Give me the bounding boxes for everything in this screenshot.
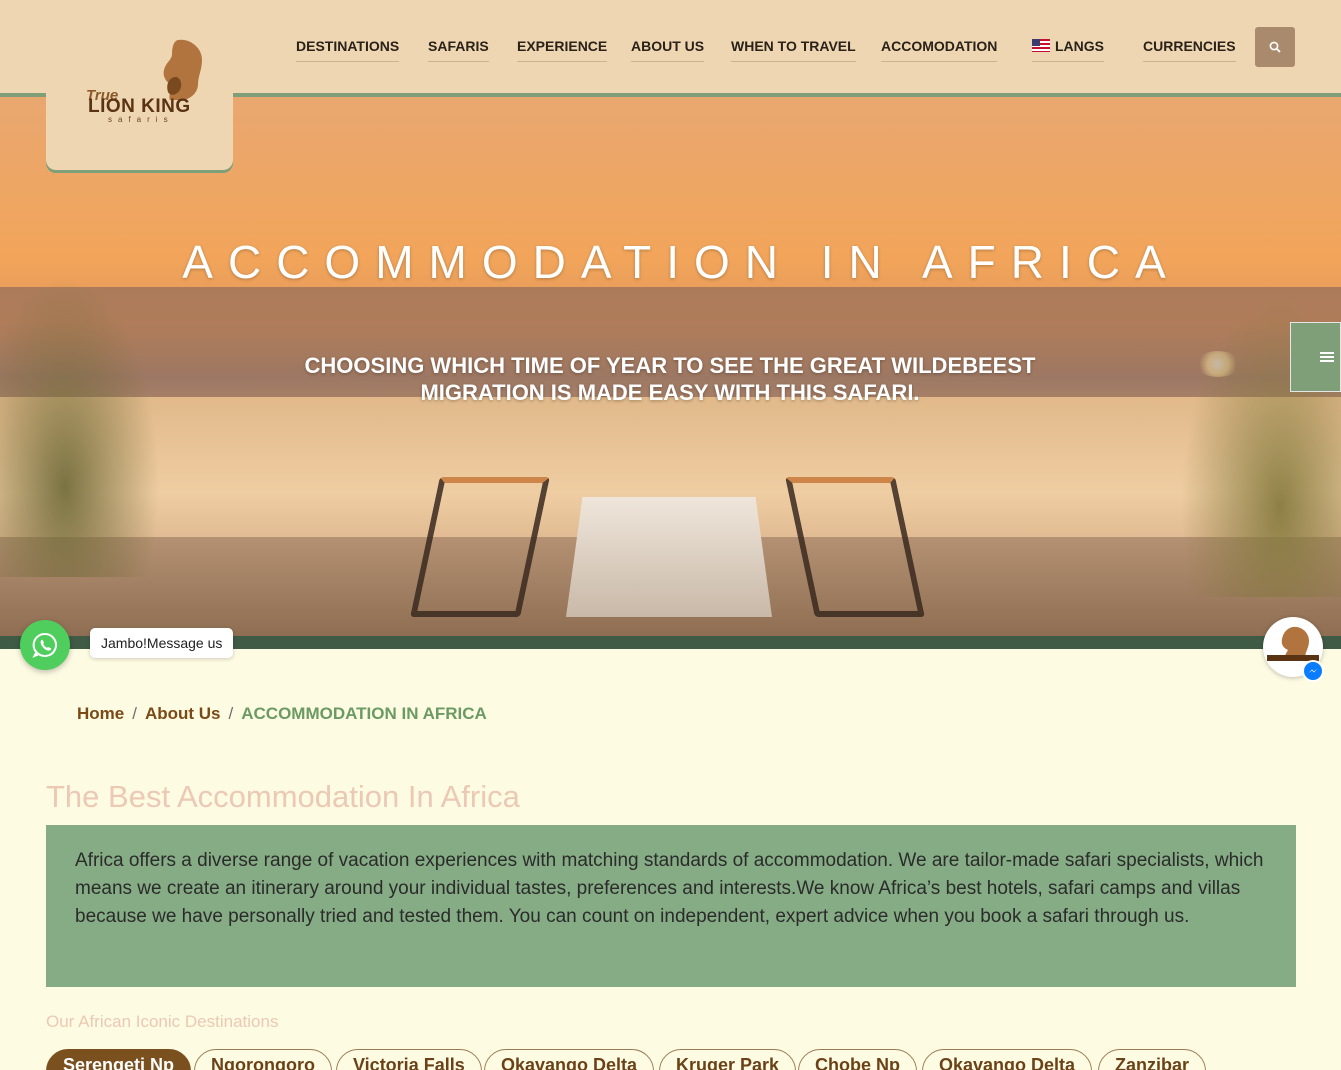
- hero-dining-table: [566, 497, 772, 617]
- nav-about-us[interactable]: ABOUT US: [631, 38, 705, 62]
- tab-ngorongoro[interactable]: Ngorongoro: [194, 1049, 332, 1070]
- nav-experience[interactable]: EXPERIENCE: [517, 38, 608, 62]
- breadcrumb-separator: /: [132, 704, 137, 723]
- nav-currencies[interactable]: CURRENCIES: [1143, 38, 1236, 62]
- breadcrumb-home[interactable]: Home: [77, 704, 124, 723]
- tab-okavango-delta-2[interactable]: Okavango Delta: [922, 1049, 1093, 1070]
- nav-when-to-travel[interactable]: WHEN TO TRAVEL: [731, 38, 856, 62]
- destinations-label: Our African Iconic Destinations: [46, 1012, 279, 1031]
- intro-box: Africa offers a diverse range of vacatio…: [46, 825, 1296, 987]
- whatsapp-icon: [32, 632, 57, 659]
- hero-title: ACCOMMODATION IN AFRICA: [182, 236, 1181, 288]
- nav-safaris[interactable]: SAFARIS: [428, 38, 489, 62]
- lion-logo-icon: [163, 39, 202, 100]
- tab-kruger-park[interactable]: Kruger Park: [659, 1049, 797, 1070]
- whatsapp-button[interactable]: [20, 620, 70, 670]
- breadcrumb: Home / About Us / ACCOMMODATION IN AFRICA: [77, 704, 487, 724]
- messenger-icon[interactable]: [1302, 660, 1324, 682]
- tab-zanzibar[interactable]: Zanzibar: [1098, 1049, 1207, 1070]
- page-title: The Best Accommodation In Africa: [46, 779, 520, 814]
- tab-okavango-delta[interactable]: Okavango Delta: [484, 1049, 655, 1070]
- intro-text: Africa offers a diverse range of vacatio…: [75, 850, 1264, 927]
- breadcrumb-current: ACCOMMODATION IN AFRICA: [241, 704, 487, 723]
- hero-banner: ACCOMMODATION IN AFRICA CHOOSING WHICH T…: [0, 97, 1341, 636]
- nav-accomodation[interactable]: ACCOMODATION: [881, 38, 998, 62]
- side-menu-toggle[interactable]: [1290, 322, 1341, 392]
- search-button[interactable]: [1255, 27, 1295, 67]
- breadcrumb-separator: /: [228, 704, 234, 723]
- tab-victoria-falls[interactable]: Victoria Falls: [336, 1049, 482, 1070]
- messenger-bolt-icon: [1308, 668, 1318, 673]
- nav-langs[interactable]: LANGS: [1032, 38, 1104, 62]
- tab-serengeti-np[interactable]: Serengeti Np: [46, 1049, 192, 1070]
- nav-destinations[interactable]: DESTINATIONS: [296, 38, 400, 62]
- nav-langs-label: LANGS: [1055, 38, 1104, 54]
- hero-subtitle: CHOOSING WHICH TIME OF YEAR TO SEE THE G…: [304, 353, 1036, 405]
- us-flag-icon: [1032, 39, 1050, 52]
- logo[interactable]: [46, 0, 233, 170]
- logo-bottom-word: safaris: [108, 115, 174, 124]
- breadcrumb-about-us[interactable]: About Us: [145, 704, 221, 723]
- hamburger-icon: [1320, 352, 1334, 362]
- hero-grass-left: [0, 277, 160, 577]
- tab-chobe-np[interactable]: Chobe Np: [798, 1049, 917, 1070]
- whatsapp-message-bubble[interactable]: Jambo!Message us: [90, 628, 234, 658]
- search-icon: [1269, 41, 1281, 53]
